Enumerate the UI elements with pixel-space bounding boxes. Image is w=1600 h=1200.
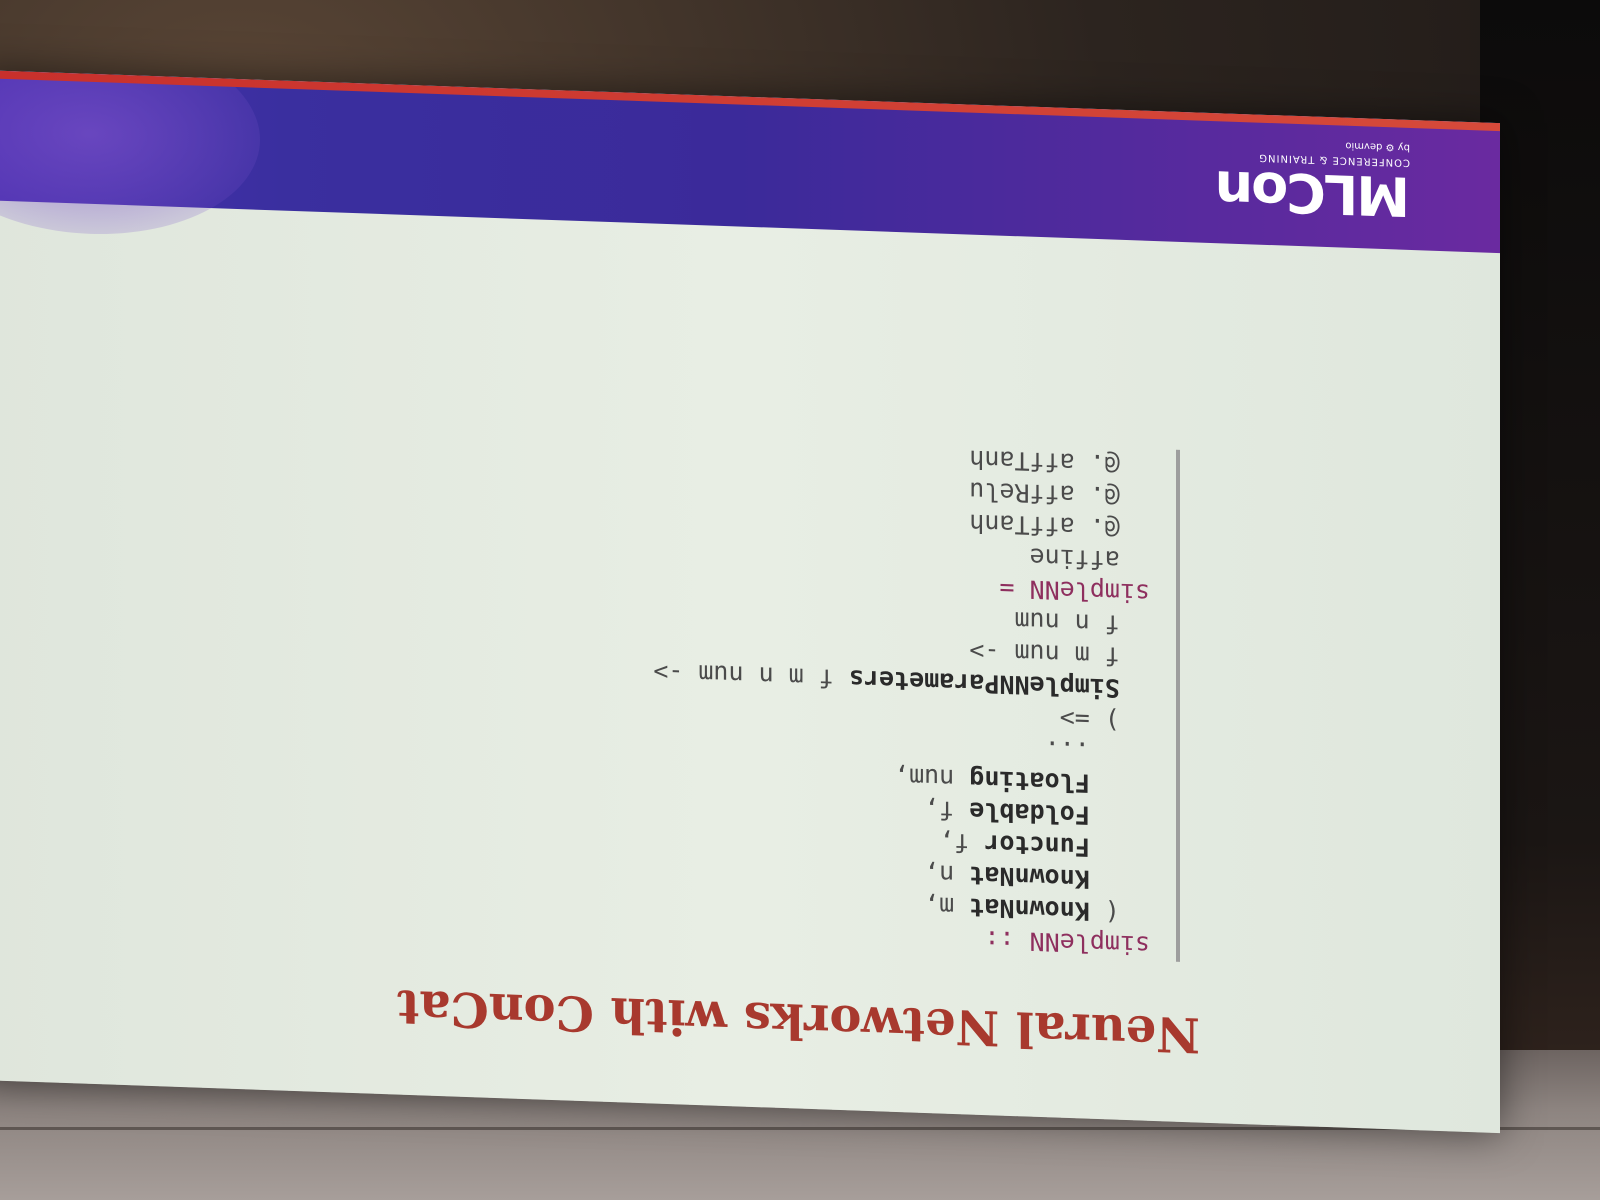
code-token: m, [924,890,970,922]
code-token: f n num [1014,606,1150,640]
code-token: ... [1044,735,1150,768]
code-token: Floating [969,764,1090,798]
code-token: ) => [1059,703,1150,736]
code-token: affine [1029,542,1150,576]
code-token: f, [939,827,985,859]
code-token: simpleNN = [999,573,1150,608]
code-token: num, [894,761,970,794]
slide: Neural Networks with ConCat simpleNN :: … [0,70,1500,1134]
code-token: n, [924,858,970,890]
code-token: f, [924,794,970,826]
code-token: f m n num -> [653,657,849,694]
code-token: simpleNN :: [984,925,1150,960]
code-block: simpleNN :: ( KnownNat m, KnownNat n, Fu… [653,431,1180,962]
slide-title: Neural Networks with ConCat [397,978,1200,1063]
code-token: @. affTanh [969,508,1150,544]
code-token: Foldable [969,796,1090,830]
projection-screen: Neural Networks with ConCat simpleNN :: … [0,70,1500,1134]
code-token: KnownNat [969,860,1090,894]
slide-footer: MLCon CONFERENCE & TRAINING by ⚙ devmio [0,70,1500,254]
code-token: KnownNat [969,892,1090,926]
code-token: Functor [984,829,1090,862]
logo-wordmark: MLCon [1216,158,1410,228]
code-token: @. affRelu [969,476,1150,512]
code-token: @. affTanh [969,444,1150,480]
code-token: ( [1089,896,1150,928]
mlcon-logo: MLCon CONFERENCE & TRAINING by ⚙ devmio [1216,135,1410,228]
footer-decoration [0,70,260,240]
code-token: f m num -> [969,636,1150,672]
